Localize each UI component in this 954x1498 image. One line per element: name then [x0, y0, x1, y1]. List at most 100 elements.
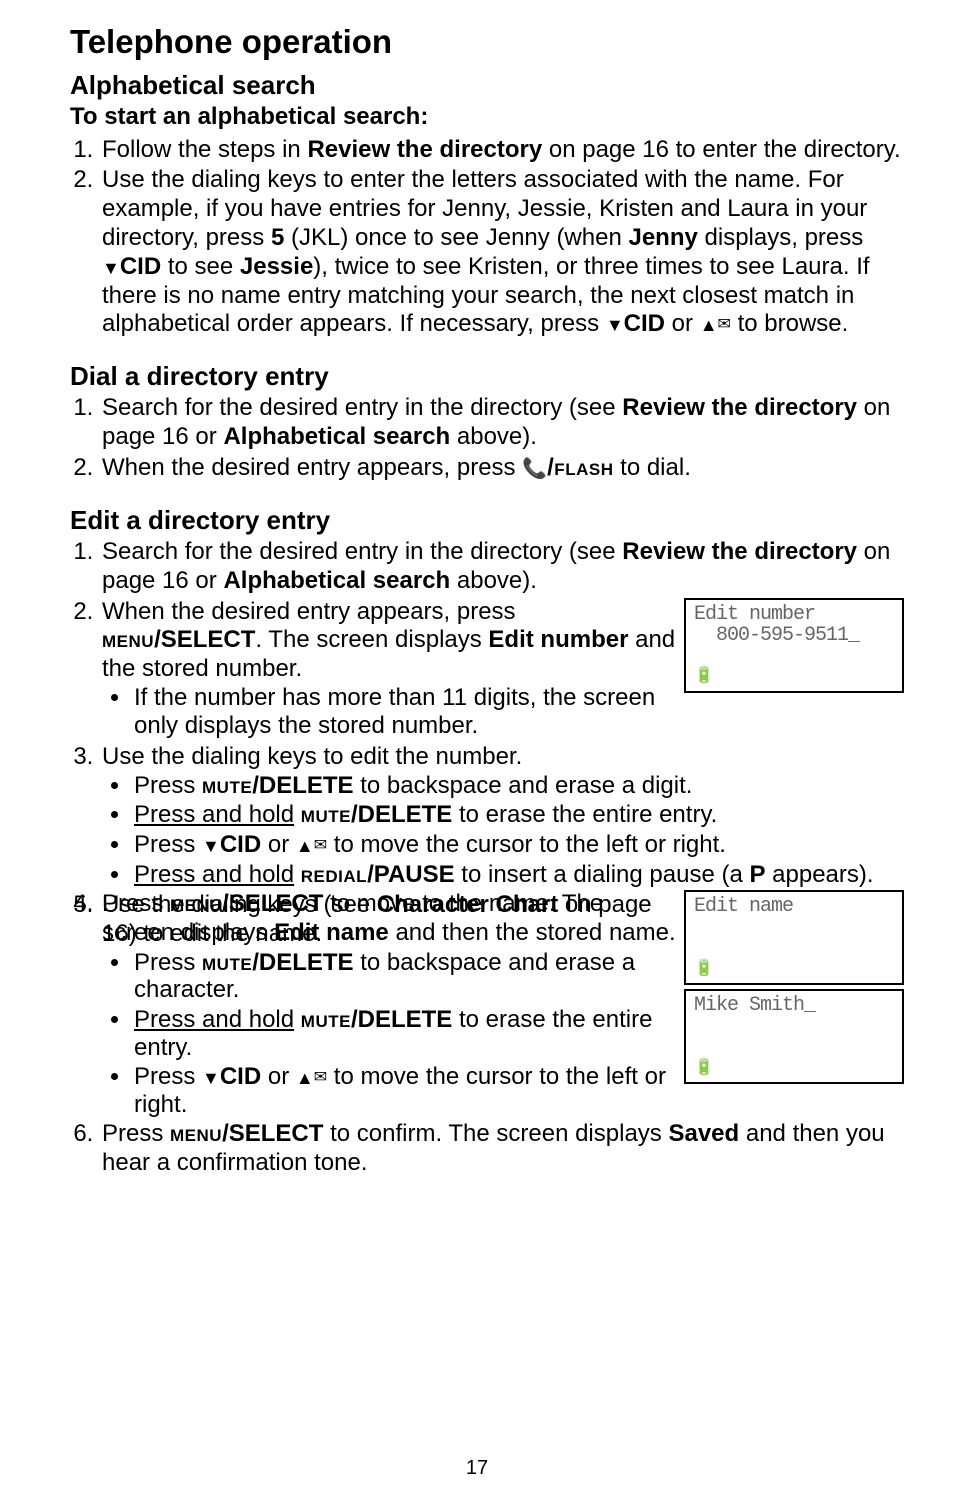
dial-step-1: Search for the desired entry in the dire… [100, 394, 904, 452]
select-label: /SELECT [222, 1120, 323, 1147]
text: Use the dialing keys (see [102, 891, 377, 918]
lcd-mike-smith: Mike Smith_ 🔋 [684, 989, 904, 1084]
text-underline: Press and hold [134, 801, 294, 828]
cid-label: CID [120, 253, 161, 280]
text: Press [134, 1063, 202, 1090]
edit-5-bullet-2: Press and hold mute/DELETE to erase the … [132, 1006, 670, 1061]
text: to backspace and erase a digit. [354, 772, 693, 799]
delete-label: /DELETE [252, 949, 353, 976]
battery-icon: 🔋 [694, 667, 894, 686]
down-icon [202, 1063, 220, 1090]
pause-label: /PAUSE [367, 861, 455, 888]
text: . The screen displays [255, 626, 488, 653]
key-5: 5 [271, 224, 284, 251]
book-icon [314, 831, 327, 858]
down-icon [606, 310, 624, 337]
edit-step-6: Press menu/SELECT to confirm. The screen… [100, 1120, 904, 1178]
edit-step-2: When the desired entry appears, press me… [100, 598, 904, 742]
alpha-step-2: Use the dialing keys to enter the letter… [100, 166, 904, 339]
text: to browse. [731, 310, 848, 337]
mute-label: mute [202, 949, 252, 976]
text-bold: Alphabetical search [223, 567, 450, 594]
text-bold: Edit number [488, 626, 628, 653]
section-edit-heading: Edit a directory entry [70, 505, 904, 536]
text: to see [161, 253, 240, 280]
cid-label: CID [220, 1063, 261, 1090]
text: When the desired entry appears, press [102, 598, 516, 625]
delete-label: /DELETE [351, 1006, 452, 1033]
battery-icon: 🔋 [694, 960, 894, 979]
mute-label: mute [202, 772, 252, 799]
lcd-line-2: 800-595-9511_ [694, 625, 894, 646]
menu-label: menu [102, 626, 154, 653]
text-bold: Review the directory [622, 538, 857, 565]
text-bold: Jessie [240, 253, 313, 280]
cid-label: CID [624, 310, 665, 337]
text: to move the cursor to the left or right. [327, 831, 726, 858]
text-bold: Character Chart [377, 891, 558, 918]
text: above). [450, 567, 537, 594]
text-bold: Jenny [628, 224, 697, 251]
text-bold: Review the directory [307, 136, 542, 163]
text-underline: Press and hold [134, 861, 294, 888]
dial-step-2: When the desired entry appears, press 📞/… [100, 454, 904, 483]
edit-step-1: Search for the desired entry in the dire… [100, 538, 904, 596]
select-label: /SELECT [154, 626, 255, 653]
book-icon [718, 310, 731, 337]
text: Press [102, 1120, 170, 1147]
alpha-step-1: Follow the steps in Review the directory… [100, 136, 904, 165]
mute-label: mute [301, 801, 351, 828]
down-icon [202, 831, 220, 858]
cid-label: CID [220, 831, 261, 858]
redial-label: redial [301, 861, 367, 888]
edit-3-bullet-4: Press and hold redial/PAUSE to insert a … [132, 861, 904, 889]
lcd-edit-number: Edit number 800-595-9511_ 🔋 [684, 598, 904, 693]
dial-steps: Search for the desired entry in the dire… [70, 394, 904, 482]
lcd-edit-name: Edit name 🔋 [684, 890, 904, 985]
alpha-steps: Follow the steps in Review the directory… [70, 136, 904, 340]
book-icon [314, 1063, 327, 1090]
section-alpha-heading: Alphabetical search [70, 70, 904, 101]
text: to confirm. The screen displays [323, 1120, 668, 1147]
text: Use the dialing keys to edit the number. [102, 743, 522, 770]
up-icon [296, 1063, 314, 1090]
text: (JKL) once to see Jenny (when [284, 224, 628, 251]
lcd-line-1: Edit number [694, 604, 894, 625]
text: Press [134, 949, 202, 976]
lcd-line-1: Mike Smith_ [694, 995, 894, 1016]
text: Search for the desired entry in the dire… [102, 538, 622, 565]
up-icon [296, 831, 314, 858]
edit-5-bullet-3: Press CID or to move the cursor to the l… [132, 1063, 702, 1118]
text: displays, press [698, 224, 863, 251]
text: to erase the entire entry. [452, 801, 717, 828]
edit-5-bullet-1: Press mute/DELETE to backspace and erase… [132, 949, 670, 1004]
edit-steps-cont2: Press menu/SELECT to confirm. The screen… [70, 1120, 904, 1178]
text: and then the stored name. [389, 919, 676, 946]
text: above). [450, 423, 537, 450]
text: Follow the steps in [102, 136, 307, 163]
edit-3-bullet-1: Press mute/DELETE to backspace and erase… [132, 772, 904, 800]
text: or [261, 1063, 296, 1090]
page-number: 17 [0, 1456, 954, 1480]
text: Press [134, 772, 202, 799]
lcd-line-1: Edit name [694, 896, 894, 917]
talk-icon: 📞 [522, 458, 547, 480]
text: on page 16 to enter the directory. [542, 136, 900, 163]
text-bold: Saved [668, 1120, 739, 1147]
text: Search for the desired entry in the dire… [102, 394, 622, 421]
text: When the desired entry appears, press [102, 454, 522, 481]
text: appears). [766, 861, 874, 888]
flash-label: /flash [547, 454, 613, 481]
page-title: Telephone operation [70, 22, 904, 62]
text: Press [134, 831, 202, 858]
text-underline: Press and hold [134, 1006, 294, 1033]
edit-3-bullet-3: Press CID or to move the cursor to the l… [132, 831, 904, 859]
text: to insert a dialing pause (a [455, 861, 750, 888]
text-bold: Alphabetical search [223, 423, 450, 450]
delete-label: /DELETE [252, 772, 353, 799]
menu-label: menu [170, 1120, 222, 1147]
mute-label: mute [301, 1006, 351, 1033]
alpha-subheading: To start an alphabetical search: [70, 103, 904, 132]
up-icon [700, 310, 718, 337]
text: to dial. [613, 454, 690, 481]
